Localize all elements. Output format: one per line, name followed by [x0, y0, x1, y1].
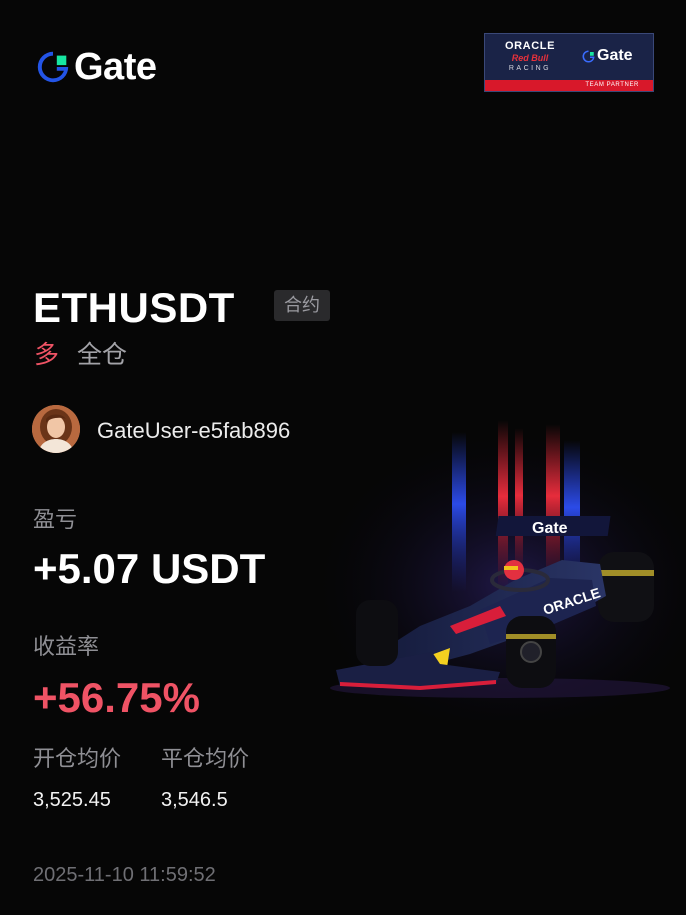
close-price-label: 平仓均价 [161, 746, 250, 771]
rear-wing: Gate [495, 516, 611, 537]
rear-tyre-band [598, 570, 654, 576]
pnl-label: 盈亏 [33, 507, 78, 532]
logo-text: Gate [74, 46, 157, 88]
light-beam [546, 424, 560, 584]
username: GateUser-e5fab896 [97, 418, 291, 443]
open-price-label: 开仓均价 [33, 746, 122, 771]
contract-type-badge: 合约 [274, 290, 330, 321]
rear-wing-livery: Gate [532, 520, 568, 537]
open-price-value: 3,525.45 [33, 789, 111, 811]
light-beam [452, 432, 466, 592]
gate-logo-icon [37, 51, 69, 83]
team-partner-label: TEAM PARTNER [485, 80, 653, 91]
trading-pair: ETHUSDT [33, 284, 235, 331]
partner-gate-logo: Gate [581, 47, 633, 65]
racing-text: RACING [508, 65, 552, 72]
user-avatar [32, 405, 80, 453]
close-price-value: 3,546.5 [161, 789, 228, 811]
race-car-illustration: Gate ORACLE [300, 420, 686, 720]
timestamp: 2025-11-10 11:59:52 [33, 864, 216, 886]
oracle-text: ORACLE [504, 40, 556, 52]
team-partner-badge: ORACLE Red Bull RACING Gate TEAM PARTNER [484, 33, 654, 92]
rear-tyre [598, 552, 654, 622]
red-bull-text: Red Bull [511, 53, 549, 63]
wheel-hub [520, 641, 542, 663]
gate-logo: Gate [34, 46, 157, 88]
roi-value: +56.75% [33, 674, 200, 721]
pnl-value: +5.07 USDT [33, 545, 266, 592]
gate-logo-icon [582, 50, 595, 62]
light-beam [515, 428, 523, 578]
avatar-portrait [32, 405, 80, 453]
oracle-red-bull-racing-logo: ORACLE Red Bull RACING [493, 40, 567, 74]
position-side: 多 [34, 341, 60, 369]
roi-label: 收益率 [33, 634, 100, 659]
helmet-visor [504, 566, 518, 570]
margin-mode: 全仓 [77, 341, 128, 369]
front-tyre-band [506, 634, 556, 639]
front-tyre-left [356, 600, 398, 666]
partner-gate-text: Gate [597, 47, 633, 64]
